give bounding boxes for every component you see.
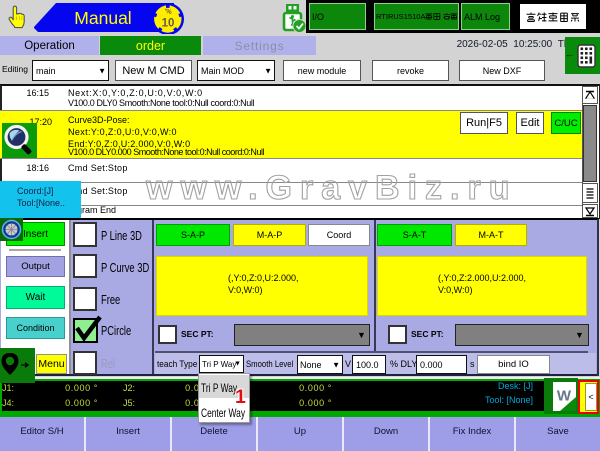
svg-text:10: 10: [162, 18, 175, 30]
svg-text:W: W: [557, 388, 572, 405]
